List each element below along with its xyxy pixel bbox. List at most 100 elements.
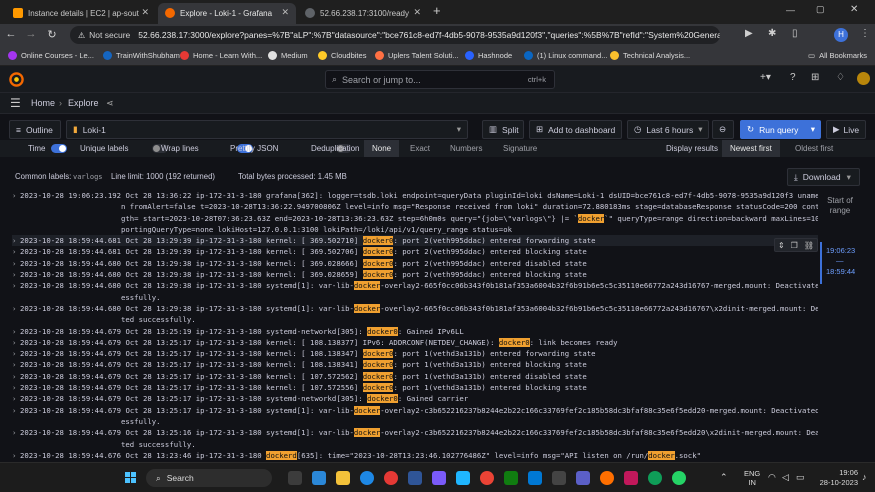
minimize-icon[interactable]: — — [786, 5, 795, 15]
log-row[interactable]: › 2023-10-28 18:59:44.679 Oct 28 13:25:17… — [12, 405, 818, 416]
run-query-button[interactable]: ↻ Run query ▾ — [740, 120, 821, 139]
bookmark-item[interactable]: Online Courses - Le... — [8, 51, 94, 60]
dedup-numbers[interactable]: Numbers — [442, 140, 490, 157]
bookmark-item[interactable]: Medium — [268, 51, 308, 60]
expand-chevron-icon[interactable]: › — [12, 427, 16, 438]
chrome-icon[interactable] — [480, 471, 494, 485]
wifi-icon[interactable]: ◠ — [768, 472, 776, 483]
log-row[interactable]: › 2023-10-28 18:59:44.680 Oct 28 13:29:38… — [12, 280, 818, 291]
expand-chevron-icon[interactable]: › — [12, 258, 16, 269]
log-row[interactable]: › 2023-10-28 18:59:44.679 Oct 28 13:25:19… — [12, 326, 818, 337]
tab-grafana-explore[interactable]: Explore - Loki-1 - Grafana ✕ — [158, 3, 296, 24]
all-bookmarks[interactable]: ▭ All Bookmarks — [808, 51, 867, 60]
expand-chevron-icon[interactable]: › — [12, 405, 16, 416]
breadcrumb-explore[interactable]: Explore — [68, 98, 99, 108]
speaker-icon[interactable]: ◁ — [782, 472, 789, 483]
context-icon[interactable]: ⇕ — [778, 241, 785, 250]
reload-icon[interactable]: ↻ — [45, 28, 59, 41]
bookmark-item[interactable]: Technical Analysis... — [610, 51, 690, 60]
profile-avatar[interactable]: H — [834, 28, 848, 42]
log-row[interactable]: › 2023-10-28 18:59:44.679 Oct 28 13:25:17… — [12, 371, 818, 382]
order-newest-first[interactable]: Newest first — [722, 140, 780, 157]
log-row[interactable]: › 2023-10-28 18:59:44.681 Oct 28 13:29:39… — [12, 235, 818, 247]
bell-icon[interactable]: ♢ — [836, 72, 845, 83]
expand-chevron-icon[interactable]: › — [12, 371, 16, 382]
zoom-out-button[interactable]: ⊖ — [712, 120, 734, 139]
time-picker[interactable]: ◷ Last 6 hours ▾ — [627, 120, 709, 139]
help-icon[interactable]: ? — [790, 72, 796, 83]
log-row[interactable]: › 2023-10-28 18:59:44.679 Oct 28 13:25:17… — [12, 337, 818, 348]
bookmark-item[interactable]: TrainWithShubham — [103, 51, 180, 60]
battery-icon[interactable]: ▭ — [796, 472, 805, 483]
app-icon[interactable] — [408, 471, 422, 485]
datasource-picker[interactable]: ▮ Loki-1 ▾ — [66, 120, 468, 139]
grafana-logo-icon[interactable] — [9, 72, 24, 87]
expand-chevron-icon[interactable]: › — [12, 337, 16, 348]
plus-icon[interactable]: +▾ — [760, 72, 771, 83]
close-icon[interactable]: ✕ — [281, 7, 289, 18]
bookmark-item[interactable]: Home - Learn With... — [180, 51, 262, 60]
dedup-signature[interactable]: Signature — [495, 140, 545, 157]
close-icon[interactable]: ✕ — [413, 7, 421, 18]
new-tab-icon[interactable]: + — [433, 3, 441, 18]
cast-icon[interactable]: ▶ — [745, 28, 753, 39]
tab-ec2[interactable]: Instance details | EC2 | ap-sout ✕ — [6, 3, 156, 24]
app-icon[interactable] — [432, 471, 446, 485]
search-input[interactable]: ⌕ Search or jump to... ctrl+k — [325, 70, 555, 89]
expand-chevron-icon[interactable]: › — [12, 450, 16, 461]
notification-bell-icon[interactable]: ♪ — [862, 472, 867, 482]
link-icon[interactable]: ⛓ — [804, 241, 814, 250]
taskbar-search[interactable]: ⌕ Search — [146, 469, 272, 487]
outline-button[interactable]: ≡ Outline — [9, 120, 61, 139]
log-row[interactable]: › 2023-10-28 18:59:44.679 Oct 28 13:25:17… — [12, 393, 818, 404]
log-row[interactable]: › 2023-10-28 18:59:44.680 Oct 28 13:29:38… — [12, 303, 818, 314]
time-toggle[interactable] — [51, 144, 67, 154]
bookmark-item[interactable]: Uplers Talent Soluti... — [375, 51, 459, 60]
file-explorer-icon[interactable] — [336, 471, 350, 485]
download-button[interactable]: ⤓ Download ▾ — [787, 168, 860, 186]
extensions-icon[interactable]: ✱ — [768, 28, 776, 39]
menu-kebab-icon[interactable]: ⋮ — [860, 28, 870, 39]
log-row[interactable]: › 2023-10-28 18:59:44.679 Oct 28 13:25:17… — [12, 359, 818, 370]
log-row[interactable]: › 2023-10-28 19:06:23.192 Oct 28 13:36:22… — [12, 190, 818, 201]
add-to-dashboard-button[interactable]: ⊞ Add to dashboard — [529, 120, 622, 139]
app-icon[interactable] — [600, 471, 614, 485]
app-icon[interactable] — [504, 471, 518, 485]
tab-loki-ready[interactable]: 52.66.238.17:3100/ready ✕ — [298, 3, 428, 24]
log-row[interactable]: › 2023-10-28 18:59:44.679 Oct 28 13:25:17… — [12, 348, 818, 359]
log-row[interactable]: › 2023-10-28 18:59:44.679 Oct 28 13:25:17… — [12, 382, 818, 393]
edge-icon[interactable] — [360, 471, 374, 485]
expand-chevron-icon[interactable]: › — [12, 269, 16, 280]
log-row[interactable]: › 2023-10-28 18:59:44.680 Oct 28 13:29:38… — [12, 269, 818, 280]
dedup-none[interactable]: None — [364, 140, 400, 157]
log-row[interactable]: › 2023-10-28 18:59:44.676 Oct 28 13:23:46… — [12, 450, 818, 461]
back-icon[interactable]: ← — [4, 28, 18, 40]
app-icon[interactable] — [312, 471, 326, 485]
breadcrumb-home[interactable]: Home — [31, 98, 55, 108]
log-row[interactable]: › 2023-10-28 18:59:44.681 Oct 28 13:29:39… — [12, 246, 818, 257]
vscode-icon[interactable] — [528, 471, 542, 485]
order-oldest-first[interactable]: Oldest first — [787, 140, 841, 157]
bookmark-item[interactable]: (1) Linux command... — [524, 51, 607, 60]
whatsapp-icon[interactable] — [672, 471, 686, 485]
expand-chevron-icon[interactable]: › — [12, 280, 16, 291]
chrome-active-icon[interactable] — [648, 471, 662, 485]
clock[interactable]: 19:06 28-10-2023 — [814, 468, 858, 488]
dedup-exact[interactable]: Exact — [402, 140, 438, 157]
windows-start-icon[interactable] — [125, 472, 137, 484]
start-of-range-button[interactable]: Start of range — [824, 196, 856, 216]
expand-chevron-icon[interactable]: › — [12, 190, 16, 201]
expand-chevron-icon[interactable]: › — [12, 303, 16, 314]
app-icon[interactable] — [456, 471, 470, 485]
opera-icon[interactable] — [384, 471, 398, 485]
live-button[interactable]: ▶ Live — [826, 120, 866, 139]
log-row[interactable]: › 2023-10-28 18:59:44.679 Oct 28 13:25:16… — [12, 427, 818, 438]
copy-icon[interactable]: ❐ — [791, 241, 798, 250]
log-row[interactable]: › 2023-10-28 18:59:44.680 Oct 28 13:29:38… — [12, 258, 818, 269]
close-window-icon[interactable]: ✕ — [850, 4, 858, 15]
url-field[interactable]: ⚠ Not secure 52.66.238.17:3000/explore?p… — [70, 26, 720, 44]
teams-icon[interactable] — [576, 471, 590, 485]
terminal-icon[interactable] — [552, 471, 566, 485]
bookmark-item[interactable]: Cloudbites — [318, 51, 366, 60]
tray-chevron-up-icon[interactable]: ⌃ — [720, 472, 728, 483]
